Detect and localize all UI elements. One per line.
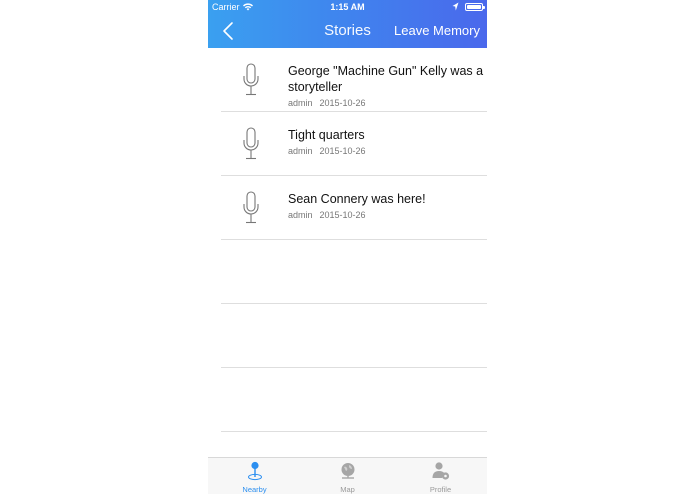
tab-bar: Nearby Map Profile [208, 457, 487, 494]
battery-icon [465, 3, 485, 11]
leave-memory-button[interactable]: Leave Memory [394, 14, 480, 48]
tab-map[interactable]: Map [301, 458, 394, 494]
profile-gear-icon [432, 462, 449, 480]
navigation-bar: Stories Leave Memory [208, 14, 487, 48]
story-title: Tight quarters [288, 128, 365, 142]
empty-row [221, 240, 487, 304]
story-author: admin [288, 210, 313, 220]
story-title: Sean Connery was here! [288, 192, 426, 206]
story-meta: admin 2015-10-26 [288, 98, 366, 108]
status-bar: Carrier 1:15 AM [208, 0, 487, 14]
tab-label: Map [340, 485, 355, 494]
tab-profile[interactable]: Profile [394, 458, 487, 494]
status-time: 1:15 AM [330, 2, 365, 12]
location-arrow-icon [452, 2, 459, 11]
story-date: 2015-10-26 [319, 146, 366, 156]
stories-list: George "Machine Gun" Kelly was a storyte… [221, 48, 487, 432]
microphone-icon [243, 63, 259, 96]
globe-icon [341, 463, 354, 479]
story-meta: admin 2015-10-26 [288, 210, 366, 220]
empty-row [221, 304, 487, 368]
tab-label: Profile [429, 485, 452, 494]
story-date: 2015-10-26 [319, 98, 366, 108]
nearby-pin-icon [247, 461, 262, 481]
story-row[interactable]: Tight quarters admin 2015-10-26 [221, 112, 487, 176]
story-row[interactable]: George "Machine Gun" Kelly was a storyte… [221, 48, 487, 112]
story-author: admin [288, 146, 313, 156]
microphone-icon [243, 127, 259, 160]
story-row[interactable]: Sean Connery was here! admin 2015-10-26 [221, 176, 487, 240]
tab-nearby[interactable]: Nearby [208, 458, 301, 494]
phone-screen: Carrier 1:15 AM Stories Leave Memory Geo… [208, 0, 487, 494]
story-date: 2015-10-26 [319, 210, 366, 220]
story-title: George "Machine Gun" Kelly was a storyte… [288, 64, 484, 94]
empty-row [221, 368, 487, 432]
story-author: admin [288, 98, 313, 108]
story-meta: admin 2015-10-26 [288, 146, 366, 156]
header: Carrier 1:15 AM Stories Leave Memory [208, 0, 487, 48]
microphone-icon [243, 191, 259, 224]
tab-label: Nearby [242, 485, 267, 494]
